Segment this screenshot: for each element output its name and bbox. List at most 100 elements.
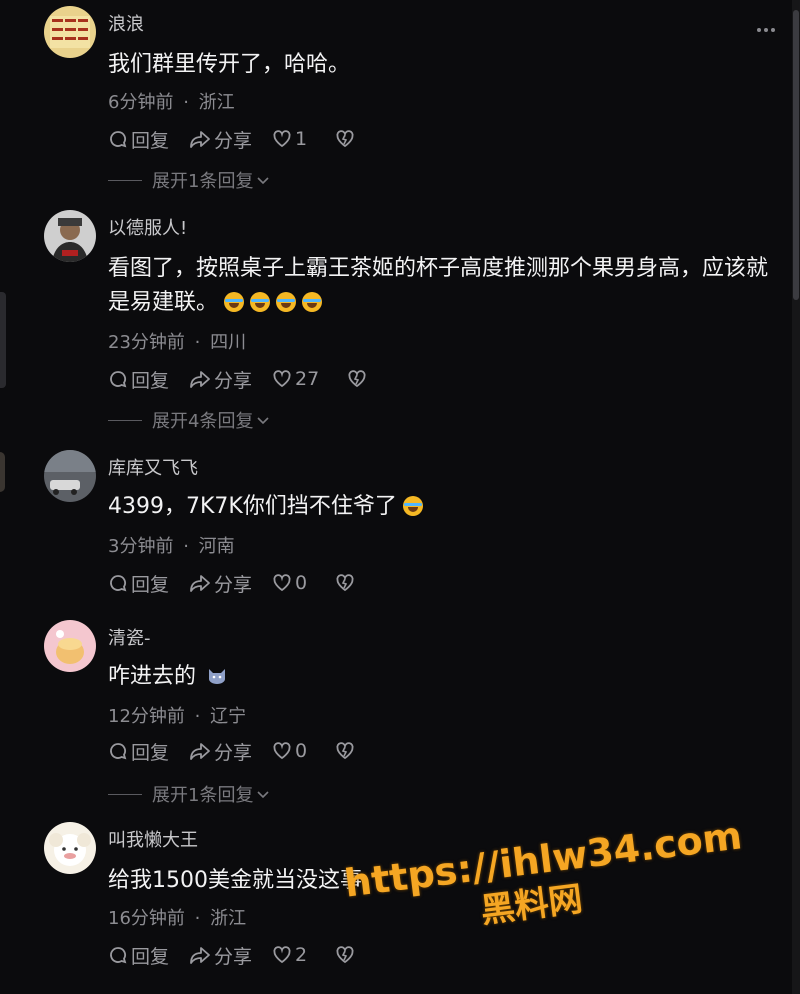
comment-username[interactable]: 清瓷- [108,624,151,650]
comment-location: 四川 [210,332,247,353]
avatar[interactable] [44,210,96,262]
meta-separator: · [194,332,201,353]
avatar[interactable] [44,822,96,874]
comment-time: 16分钟前 [108,908,185,929]
comment-meta: 12分钟前 · 辽宁 [108,702,246,728]
comment-time: 3分钟前 [108,536,174,557]
reply-bubble-icon [110,131,127,148]
share-arrow-icon [190,947,210,964]
avatar[interactable] [44,6,96,58]
like-button[interactable]: 27 [272,368,319,390]
divider-line [108,419,142,421]
expand-replies-button[interactable]: 展开1条回复 [108,168,271,192]
share-label: 分享 [214,945,253,968]
reply-bubble-icon [110,371,127,388]
laughing-tears-emoji [276,292,297,312]
comment-username[interactable]: 库库又飞飞 [108,454,198,480]
heart-icon [273,742,291,760]
comment-location: 辽宁 [210,706,247,727]
like-button[interactable]: 0 [272,572,307,594]
laughing-tears-emoji [402,496,423,516]
comment-time: 23分钟前 [108,332,185,353]
share-button[interactable]: 分享 [189,738,252,765]
comment-meta: 3分钟前 · 河南 [108,532,235,558]
comment-location: 河南 [198,536,235,557]
broken-heart-icon [348,370,366,388]
reply-button[interactable]: 回复 [108,942,169,969]
meta-separator: · [183,536,189,557]
share-button[interactable]: 分享 [189,366,252,393]
comment-item: 以德服人! 看图了，按照桌子上霸王茶姬的杯子高度推测那个果男身高，应该就是易建联… [0,200,780,440]
laughing-tears-emoji [224,292,245,312]
comment-list-screen: 浪浪 我们群里传开了，哈哈。 6分钟前 · 浙江 回复 分享 1 展开1条回复 … [0,0,800,994]
chevron-down-icon [257,791,270,799]
comment-location: 浙江 [198,92,235,113]
share-button[interactable]: 分享 [189,126,252,153]
cat-face-emoji [209,669,226,684]
avatar[interactable] [44,450,96,502]
expand-replies-label: 展开1条回复 [152,785,254,806]
reply-button[interactable]: 回复 [108,738,169,765]
dislike-button[interactable] [335,129,355,149]
share-arrow-icon [190,131,210,148]
comment-time: 12分钟前 [108,706,185,727]
comment-actions: 回复 分享 1 [108,126,375,152]
comment-text: 咋进去的 [108,660,780,694]
broken-heart-icon [336,574,354,592]
dislike-button[interactable] [335,741,355,761]
expand-replies-button[interactable]: 展开4条回复 [108,408,271,432]
like-count: 2 [295,944,308,966]
divider-line [108,179,142,181]
comment-meta: 23分钟前 · 四川 [108,328,246,354]
comment-username[interactable]: 叫我懒大王 [108,826,198,852]
share-button[interactable]: 分享 [189,942,252,969]
comment-text: 看图了，按照桌子上霸王茶姬的杯子高度推测那个果男身高，应该就是易建联。 [108,252,780,320]
like-count: 27 [295,368,320,390]
share-arrow-icon [190,371,210,388]
reply-button[interactable]: 回复 [108,126,169,153]
expand-replies-label: 展开1条回复 [152,171,254,192]
like-button[interactable]: 2 [272,944,307,966]
expand-replies-button[interactable]: 展开1条回复 [108,782,271,806]
share-arrow-icon [190,575,210,592]
like-button[interactable]: 1 [272,128,307,150]
avatar[interactable] [44,620,96,672]
laughing-tears-emoji [302,292,323,312]
comment-text-body: 看图了，按照桌子上霸王茶姬的杯子高度推测那个果男身高，应该就是易建联。 [108,256,769,315]
reply-label: 回复 [131,945,170,968]
reply-bubble-icon [110,575,127,592]
share-label: 分享 [214,573,253,596]
meta-separator: · [183,92,189,113]
dislike-button[interactable] [347,369,367,389]
comment-time: 6分钟前 [108,92,174,113]
scrollbar-track[interactable] [792,0,800,994]
scrollbar-thumb[interactable] [793,10,799,300]
comment-meta: 6分钟前 · 浙江 [108,88,235,114]
comment-text-body: 咋进去的 [108,664,197,689]
like-count: 0 [295,572,308,594]
comment-actions: 回复 分享 0 [108,570,375,596]
reply-button[interactable]: 回复 [108,570,169,597]
comment-actions: 回复 分享 2 [108,942,375,968]
reply-label: 回复 [131,129,170,152]
broken-heart-icon [336,742,354,760]
comment-actions: 回复 分享 27 [108,366,387,392]
dislike-button[interactable] [335,573,355,593]
reply-button[interactable]: 回复 [108,366,169,393]
comment-item: 库库又飞飞 4399，7K7K你们挡不住爷了 3分钟前 · 河南 回复 分享 0 [0,440,780,610]
comment-text: 4399，7K7K你们挡不住爷了 [108,490,780,524]
comment-username[interactable]: 以德服人! [108,214,187,240]
chevron-down-icon [257,177,270,185]
heart-icon [273,574,291,592]
like-button[interactable]: 0 [272,740,307,762]
reply-bubble-icon [110,743,127,760]
share-label: 分享 [214,369,253,392]
comment-item: 浪浪 我们群里传开了，哈哈。 6分钟前 · 浙江 回复 分享 1 展开1条回复 [0,0,780,200]
heart-icon [273,946,291,964]
divider-line [108,793,142,795]
comment-location: 浙江 [210,908,247,929]
share-button[interactable]: 分享 [189,570,252,597]
comment-username[interactable]: 浪浪 [108,10,144,36]
comment-meta: 16分钟前 · 浙江 [108,904,246,930]
heart-icon [273,130,291,148]
